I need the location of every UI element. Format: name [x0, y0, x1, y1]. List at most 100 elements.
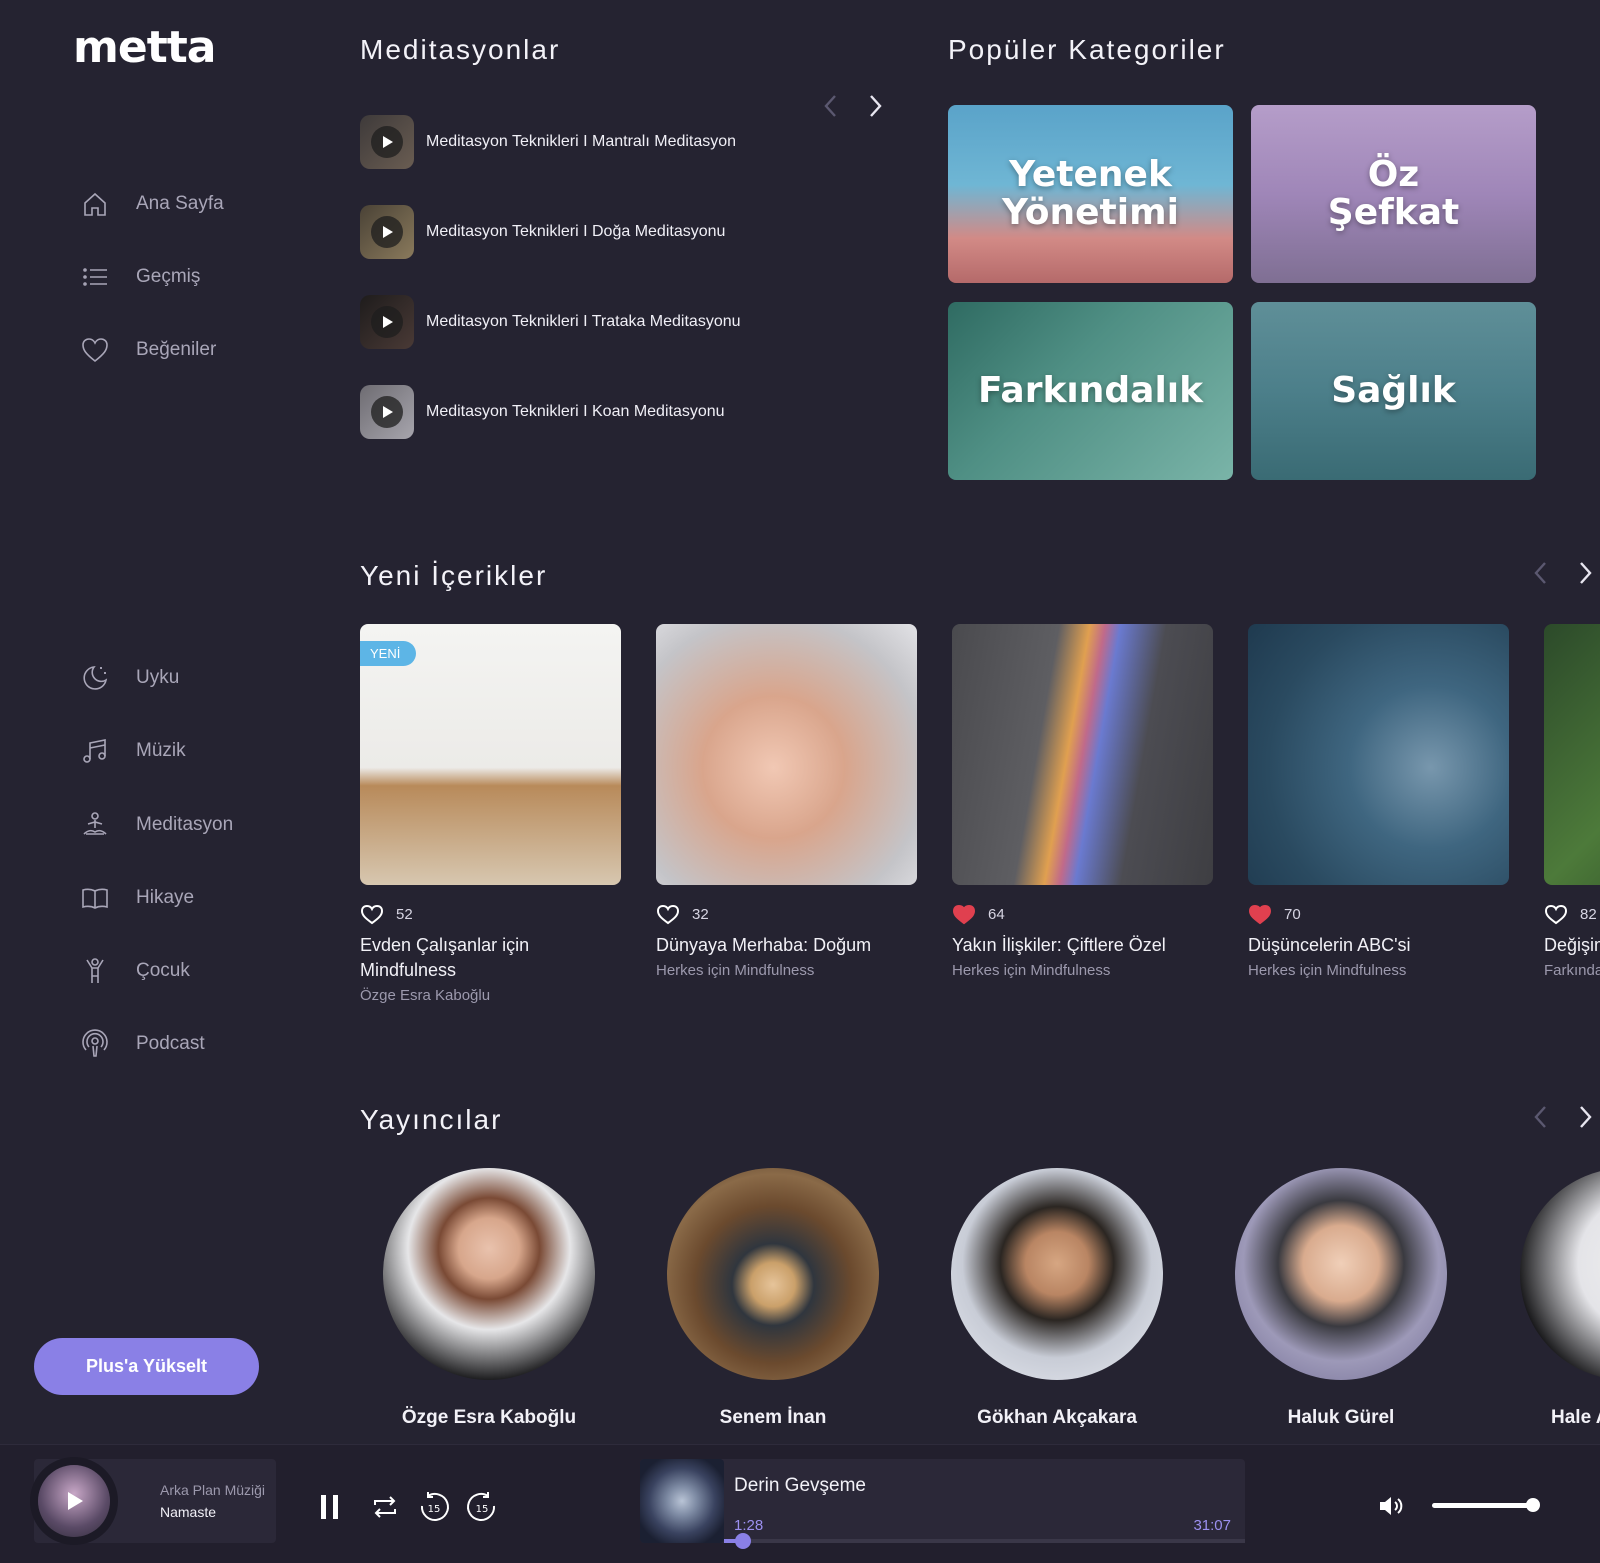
content-card-image[interactable]	[656, 624, 917, 885]
play-icon	[383, 136, 393, 148]
meditation-label: Meditasyon Teknikleri I Koan Meditasyonu	[426, 403, 725, 420]
publisher-avatar[interactable]	[951, 1168, 1163, 1380]
content-subtitle[interactable]: Özge Esra Kaboğlu	[360, 987, 621, 1004]
content-card[interactable]: 70 Düşüncelerin ABC'si Herkes için Mindf…	[1248, 624, 1509, 979]
sidebar-item-gecmis[interactable]: Geçmiş	[80, 257, 200, 297]
volume-button[interactable]	[1376, 1491, 1406, 1521]
content-card-image[interactable]	[1248, 624, 1509, 885]
pause-button[interactable]	[312, 1489, 348, 1525]
publisher-card[interactable]: Özge Esra Kaboğlu	[359, 1168, 619, 1429]
content-subtitle[interactable]: Farkında	[1544, 962, 1600, 979]
popular-categories-title: Popüler Kategoriler	[948, 34, 1226, 65]
repeat-button[interactable]	[367, 1489, 403, 1525]
category-oz-sefkat[interactable]: Öz Şefkat	[1251, 105, 1536, 283]
sidebar-item-podcast[interactable]: Podcast	[80, 1024, 205, 1064]
home-icon	[84, 192, 106, 216]
content-title[interactable]: Değişim	[1544, 933, 1600, 958]
sidebar-item-begeniler[interactable]: Beğeniler	[80, 330, 216, 370]
rewind-15-button[interactable]: 15	[416, 1489, 452, 1525]
category-saglik[interactable]: Sağlık	[1251, 302, 1536, 480]
card-stats: 52	[360, 903, 621, 925]
heart-filled-icon[interactable]	[952, 903, 976, 925]
content-title[interactable]: Yakın İlişkiler: Çiftlere Özel	[952, 933, 1213, 958]
content-card[interactable]: 82 Değişim Farkında	[1544, 624, 1600, 979]
forward-15-icon: 15	[467, 1492, 496, 1521]
publisher-name[interactable]: Gökhan Akçakara	[927, 1407, 1187, 1429]
content-card[interactable]: 64 Yakın İlişkiler: Çiftlere Özel Herkes…	[952, 624, 1213, 979]
sidebar-item-uyku[interactable]: Uyku	[80, 658, 179, 698]
upgrade-plus-button[interactable]: Plus'a Yükselt	[34, 1338, 259, 1395]
content-card[interactable]: 32 Dünyaya Merhaba: Doğum Herkes için Mi…	[656, 624, 917, 979]
new-content-carousel-nav	[1530, 560, 1596, 586]
meditation-item[interactable]: Meditasyon Teknikleri I Doğa Meditasyonu	[360, 204, 725, 260]
sidebar-item-meditasyon[interactable]: Meditasyon	[80, 805, 233, 845]
publisher-name[interactable]: Hale A	[1495, 1407, 1600, 1429]
content-title[interactable]: Dünyaya Merhaba: Doğum	[656, 933, 917, 958]
publisher-card[interactable]: Hale A	[1495, 1168, 1600, 1429]
play-icon	[383, 406, 393, 418]
forward-15-button[interactable]: 15	[464, 1489, 500, 1525]
publisher-name[interactable]: Özge Esra Kaboğlu	[359, 1407, 619, 1429]
publishers-title: Yayıncılar	[360, 1104, 503, 1135]
heart-outline-icon[interactable]	[360, 903, 384, 925]
publisher-card[interactable]: Haluk Gürel	[1211, 1168, 1471, 1429]
publisher-avatar[interactable]	[1235, 1168, 1447, 1380]
publisher-card[interactable]: Gökhan Akçakara	[927, 1168, 1187, 1429]
next-arrow[interactable]	[864, 93, 886, 119]
next-arrow[interactable]	[1574, 560, 1596, 586]
chevron-left-icon	[824, 95, 836, 117]
content-card-image[interactable]: YENİ	[360, 624, 621, 885]
content-subtitle[interactable]: Herkes için Mindfulness	[656, 962, 917, 979]
publisher-avatar[interactable]	[667, 1168, 879, 1380]
card-stats: 70	[1248, 903, 1509, 925]
category-label: Öz Şefkat	[1327, 154, 1460, 233]
sidebar-item-hikaye[interactable]: Hikaye	[80, 878, 194, 918]
content-title[interactable]: Düşüncelerin ABC'si	[1248, 933, 1509, 958]
prev-arrow[interactable]	[820, 93, 842, 119]
heart-filled-icon[interactable]	[1248, 903, 1272, 925]
card-stats: 64	[952, 903, 1213, 925]
content-card-image[interactable]	[1544, 624, 1600, 885]
publisher-avatar[interactable]	[383, 1168, 595, 1380]
content-card-image[interactable]	[952, 624, 1213, 885]
metta-logo[interactable]: metta	[73, 22, 216, 73]
pause-icon	[321, 1495, 338, 1519]
prev-arrow[interactable]	[1530, 1104, 1552, 1130]
category-farkindalik[interactable]: Farkındalık	[948, 302, 1233, 480]
sidebar-item-ana-sayfa[interactable]: Ana Sayfa	[80, 184, 224, 224]
progress-handle[interactable]	[735, 1533, 752, 1549]
meditation-item[interactable]: Meditasyon Teknikleri I Trataka Meditasy…	[360, 294, 741, 350]
meditation-thumbnail	[360, 115, 414, 169]
publisher-name[interactable]: Senem İnan	[643, 1407, 903, 1429]
content-title[interactable]: Evden Çalışanlar için Mindfulness	[360, 933, 621, 983]
sidebar-item-cocuk[interactable]: Çocuk	[80, 951, 190, 991]
category-yetenek-yonetimi[interactable]: Yetenek Yönetimi	[948, 105, 1233, 283]
background-music-disc[interactable]	[38, 1465, 110, 1537]
heart-icon	[82, 338, 108, 363]
chevron-left-icon	[1534, 562, 1546, 584]
repeat-icon	[374, 1496, 396, 1518]
background-music-selector[interactable]: Arka Plan Müziği Namaste	[34, 1459, 276, 1543]
content-subtitle[interactable]: Herkes için Mindfulness	[1248, 962, 1509, 979]
new-badge: YENİ	[360, 641, 417, 666]
now-playing-artwork[interactable]	[640, 1459, 724, 1543]
music-note-icon	[83, 739, 106, 763]
volume-slider[interactable]	[1432, 1498, 1540, 1512]
heart-outline-icon[interactable]	[1544, 903, 1568, 925]
heart-outline-icon[interactable]	[656, 903, 680, 925]
publisher-card[interactable]: Senem İnan	[643, 1168, 903, 1429]
sidebar-item-muzik[interactable]: Müzik	[80, 731, 186, 771]
meditation-item[interactable]: Meditasyon Teknikleri I Koan Meditasyonu	[360, 384, 725, 440]
meditation-thumbnail	[360, 205, 414, 259]
next-arrow[interactable]	[1574, 1104, 1596, 1130]
sidebar-item-label: Müzik	[136, 740, 186, 761]
card-stats: 82	[1544, 903, 1600, 925]
content-subtitle[interactable]: Herkes için Mindfulness	[952, 962, 1213, 979]
volume-handle[interactable]	[1525, 1498, 1540, 1512]
publisher-name[interactable]: Haluk Gürel	[1211, 1407, 1471, 1429]
meditation-item[interactable]: Meditasyon Teknikleri I Mantralı Meditas…	[360, 114, 736, 170]
progress-bar[interactable]	[724, 1533, 1245, 1549]
publisher-avatar[interactable]	[1520, 1168, 1600, 1380]
content-card[interactable]: YENİ 52 Evden Çalışanlar için Mindfulnes…	[360, 624, 621, 1004]
prev-arrow[interactable]	[1530, 560, 1552, 586]
